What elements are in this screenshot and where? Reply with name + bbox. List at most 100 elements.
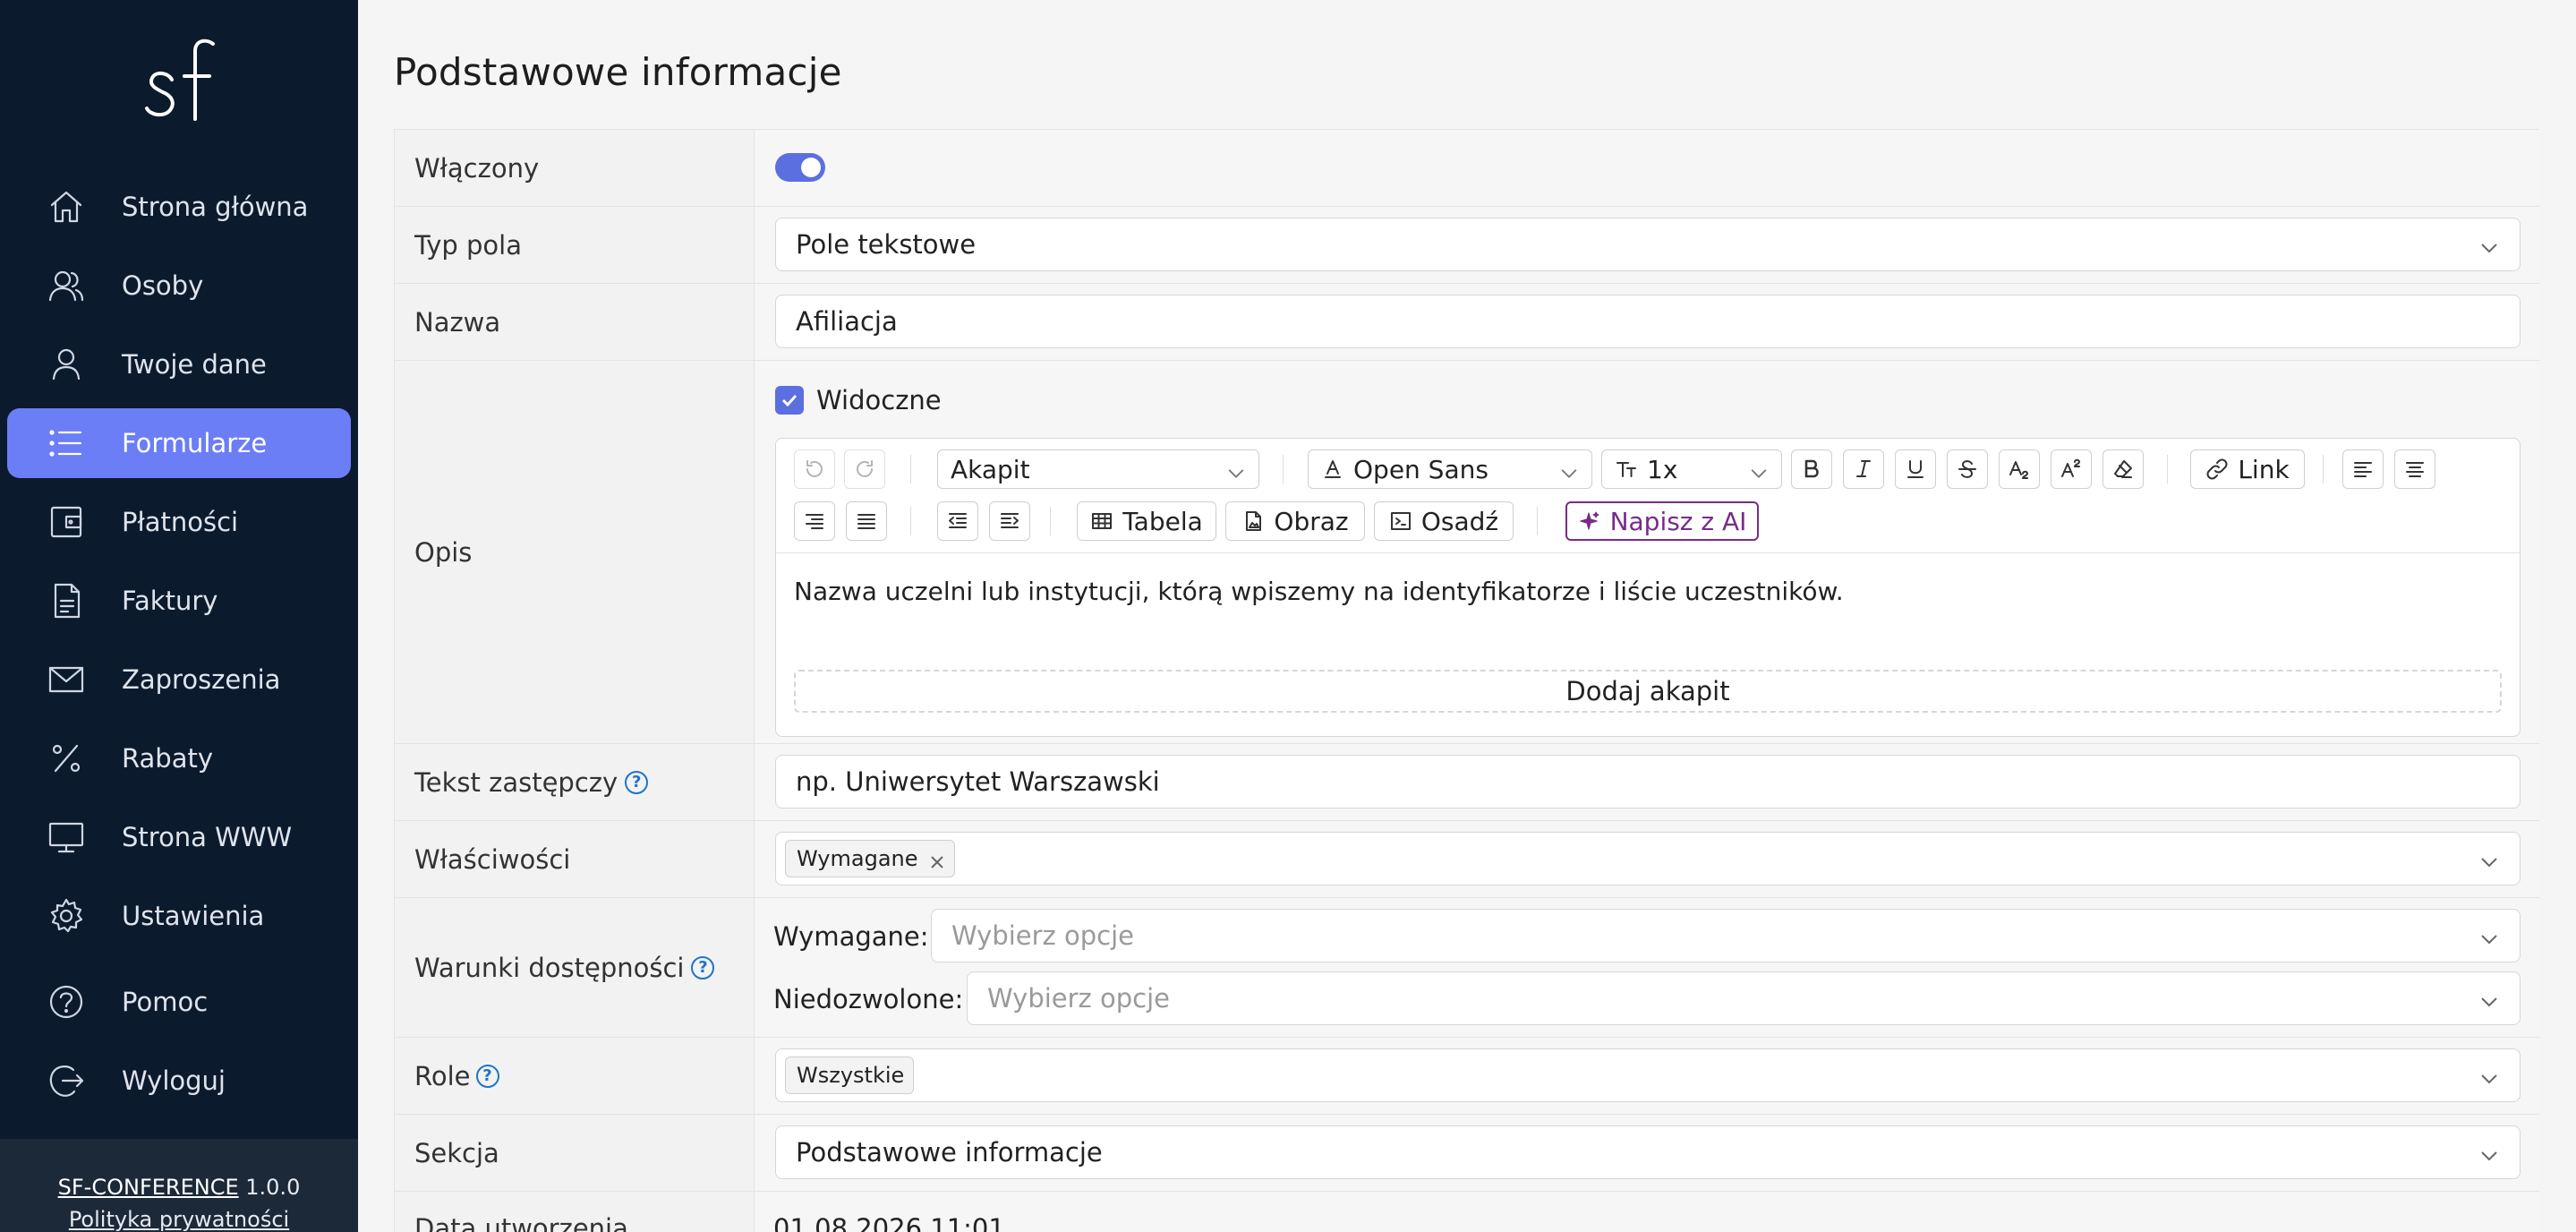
indent-icon	[1001, 513, 1019, 528]
privacy-policy-link[interactable]: Polityka prywatności	[0, 1207, 358, 1232]
chevron-down-icon	[2478, 988, 2500, 1010]
forbidden-conditions-select[interactable]: Wybierz opcje	[967, 971, 2521, 1025]
strikethrough-button[interactable]	[1947, 449, 1988, 489]
roles-tag: Wszystkie	[785, 1057, 915, 1094]
sidebar-item-invoices[interactable]: Faktury	[7, 566, 351, 636]
table-label: Tabela	[1122, 506, 1203, 536]
row-placeholder-text: Tekst zastępczy ? np. Uniwersytet Warsza…	[395, 744, 2539, 821]
roles-label-wrap: Role ?	[395, 1038, 755, 1114]
embed-button[interactable]: Osadź	[1374, 501, 1514, 541]
editor-content[interactable]: Nazwa uczelni lub instytucji, którą wpis…	[794, 577, 1844, 606]
chevron-down-icon	[2478, 926, 2500, 947]
font-color-icon	[1325, 460, 1341, 478]
font-family-dropdown[interactable]: Open Sans	[1308, 449, 1592, 489]
help-icon[interactable]: ?	[691, 955, 715, 980]
chevron-down-icon	[1749, 460, 1769, 490]
sidebar-item-label: Płatności	[122, 507, 239, 537]
sidebar-item-settings[interactable]: Ustawienia	[7, 881, 351, 951]
sidebar-item-your-data[interactable]: Twoje dane	[7, 329, 351, 399]
sidebar-item-logout[interactable]: Wyloguj	[7, 1046, 351, 1116]
align-justify-icon	[857, 514, 875, 529]
visible-checkbox[interactable]	[775, 386, 804, 415]
forbidden-conditions-label: Niedozwolone:	[773, 984, 964, 1014]
help-icon[interactable]: ?	[475, 1064, 499, 1088]
add-paragraph-button[interactable]: Dodaj akapit	[794, 670, 2502, 713]
page-title: Podstawowe informacje	[394, 50, 842, 94]
indent-button[interactable]	[989, 501, 1030, 541]
required-conditions-select[interactable]: Wybierz opcje	[931, 909, 2521, 962]
link-button[interactable]: Link	[2190, 449, 2305, 489]
subscript-button[interactable]	[1999, 449, 2040, 489]
sidebar-item-people[interactable]: Osoby	[7, 251, 351, 321]
properties-label: Właściwości	[395, 821, 755, 897]
properties-multiselect[interactable]: Wymagane	[775, 832, 2521, 886]
table-button[interactable]: Tabela	[1077, 501, 1216, 541]
write-with-ai-button[interactable]: Napisz z AI	[1565, 501, 1759, 541]
remove-tag-icon[interactable]	[929, 851, 945, 868]
paragraph-style-dropdown[interactable]: Akapit	[937, 449, 1259, 489]
placeholder-text-input[interactable]: np. Uniwersytet Warszawski	[775, 755, 2521, 808]
roles-multiselect[interactable]: Wszystkie	[775, 1048, 2521, 1102]
underline-icon	[1907, 460, 1923, 478]
undo-button[interactable]	[794, 449, 835, 489]
percent-icon	[47, 739, 86, 778]
name-input[interactable]: Afiliacja	[775, 295, 2521, 348]
field-type-select[interactable]: Pole tekstowe	[775, 218, 2521, 271]
users-icon	[47, 266, 86, 305]
chevron-down-icon	[1559, 460, 1579, 490]
app-name-link[interactable]: SF-CONFERENCE	[58, 1175, 239, 1200]
section-value: Podstawowe informacje	[796, 1137, 1103, 1168]
logout-icon	[47, 1061, 86, 1100]
check-icon	[781, 394, 798, 407]
row-availability: Warunki dostępności ? Wymagane: Wybierz …	[395, 898, 2539, 1038]
redo-button[interactable]	[844, 449, 885, 489]
align-center-icon	[2406, 462, 2424, 477]
align-left-button[interactable]	[2342, 449, 2384, 489]
placeholder-text-value: np. Uniwersytet Warszawski	[796, 766, 1160, 797]
italic-button[interactable]	[1843, 449, 1884, 489]
chevron-down-icon	[2478, 235, 2500, 256]
invoice-icon	[47, 581, 86, 620]
gear-icon	[47, 896, 86, 936]
align-justify-button[interactable]	[846, 501, 887, 541]
sidebar-footer: SF-CONFERENCE 1.0.0 Polityka prywatności	[0, 1139, 358, 1232]
sidebar-item-payments[interactable]: Płatności	[7, 487, 351, 557]
underline-button[interactable]	[1895, 449, 1936, 489]
italic-icon	[1856, 460, 1871, 477]
help-icon[interactable]: ?	[625, 770, 649, 794]
sidebar: Strona główna Osoby Twoje dane Formularz…	[0, 0, 358, 1232]
superscript-icon	[2061, 458, 2080, 477]
sidebar-item-forms[interactable]: Formularze	[7, 408, 351, 478]
sidebar-item-label: Pomoc	[122, 987, 209, 1017]
align-right-button[interactable]	[794, 501, 835, 541]
image-file-icon	[1246, 511, 1262, 531]
sidebar-item-home[interactable]: Strona główna	[7, 172, 351, 242]
sidebar-item-website[interactable]: Strona WWW	[7, 802, 351, 872]
row-enabled: Włączony	[395, 130, 2539, 207]
terminal-icon	[1390, 512, 1411, 530]
sidebar-item-label: Rabaty	[122, 743, 213, 774]
sidebar-item-invitations[interactable]: Zaproszenia	[7, 645, 351, 714]
align-center-button[interactable]	[2394, 449, 2435, 489]
editor-toolbar: Akapit Open Sans 1x Link Tabela Obraz Os…	[776, 439, 2520, 553]
sidebar-item-label: Strona główna	[122, 192, 309, 222]
section-select[interactable]: Podstawowe informacje	[775, 1125, 2521, 1179]
link-icon	[2206, 458, 2228, 480]
clear-formatting-button[interactable]	[2103, 449, 2144, 489]
outdent-button[interactable]	[937, 501, 978, 541]
enabled-toggle[interactable]	[775, 153, 825, 182]
sidebar-item-discounts[interactable]: Rabaty	[7, 723, 351, 793]
properties-tag: Wymagane	[785, 840, 955, 877]
sidebar-item-help[interactable]: Pomoc	[7, 967, 351, 1037]
font-size-dropdown[interactable]: 1x	[1601, 449, 1782, 489]
superscript-button[interactable]	[2051, 449, 2092, 489]
font-family-value: Open Sans	[1353, 454, 1488, 484]
image-button[interactable]: Obraz	[1225, 501, 1365, 541]
sidebar-item-label: Strona WWW	[122, 822, 293, 852]
bold-button[interactable]	[1791, 449, 1832, 489]
outdent-icon	[949, 513, 967, 528]
undo-icon	[806, 460, 823, 477]
placeholder-text-label: Tekst zastępczy	[414, 766, 618, 798]
app-logo[interactable]	[0, 27, 358, 134]
sidebar-item-label: Ustawienia	[122, 901, 265, 931]
